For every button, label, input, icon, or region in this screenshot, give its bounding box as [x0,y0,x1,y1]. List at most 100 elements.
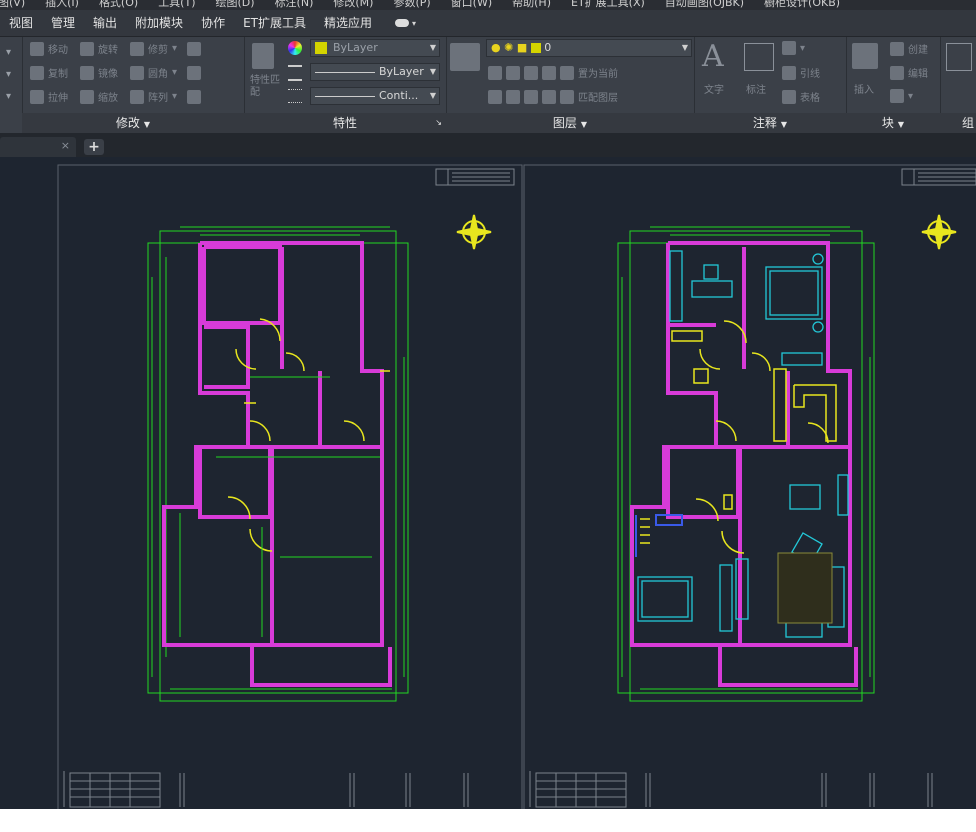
chevron-down-icon: ▼ [429,43,436,52]
panel-block-title[interactable]: 块 ▼ [846,113,940,133]
group-icon[interactable] [946,43,972,71]
table-label[interactable]: 表格 [800,89,820,104]
drawing-tab[interactable]: × [0,137,76,157]
table-icon[interactable] [782,89,796,104]
current-layer-name: 0 [544,41,552,54]
color-combo[interactable]: ByLayer ▼ [310,39,440,57]
panel-group-title[interactable]: 组 [940,113,976,133]
chevron-down-icon: ▾ [412,18,417,28]
menu-item[interactable]: 橱柜设计(OKB) [764,0,840,10]
menu-item[interactable]: 插入(I) [45,0,79,10]
layer-on-icon[interactable] [488,89,502,104]
offset-icon[interactable] [187,89,202,104]
insert-block-icon[interactable] [852,43,878,69]
move-icon[interactable] [30,41,44,56]
edit-block-icon[interactable] [890,65,904,80]
array-icon[interactable] [130,89,144,104]
layer-off-icon[interactable] [488,65,502,80]
compass-icon [456,214,492,250]
tab-addons[interactable]: 附加模块 [126,10,192,36]
make-current-icon[interactable] [560,65,574,80]
layer-properties-icon[interactable] [450,43,480,71]
layer-freeze-icon[interactable] [524,65,538,80]
walls-left [162,241,392,687]
match-properties-label[interactable]: 特性匹配 [250,75,280,99]
menu-item[interactable]: 工具(T) [158,0,195,10]
menu-item[interactable]: 图(V) [0,0,25,10]
stretch-icon[interactable] [30,89,44,104]
stretch-label[interactable]: 拉伸 [48,89,68,104]
dialog-launcher-icon[interactable]: ↘ [435,113,442,133]
panel-modify-title[interactable]: 修改 ▼ [22,113,244,133]
ribbon-toggle-button[interactable]: ▾ [395,19,416,28]
match-layer-icon[interactable] [560,89,574,104]
tab-output[interactable]: 输出 [84,10,126,36]
rotate-icon[interactable] [80,41,94,56]
lineweight-combo[interactable]: Conti... ▼ [310,87,440,105]
linear-dim-icon[interactable] [782,41,796,55]
drawing-canvas[interactable] [0,157,976,826]
trim-label[interactable]: 修剪 [148,41,168,56]
create-block-label[interactable]: 创建 [908,41,928,56]
menu-item[interactable]: 自动画图(OJBK) [665,0,744,10]
status-area [0,809,976,832]
copy-label[interactable]: 复制 [48,65,68,80]
layer-lock-icon[interactable] [542,65,556,80]
scale-label[interactable]: 缩放 [98,89,118,104]
chevron-down-icon: ▼ [429,91,436,100]
edit-block-label[interactable]: 编辑 [908,65,928,80]
leader-label[interactable]: 引线 [800,65,820,80]
tab-et-tools[interactable]: ET扩展工具 [234,10,315,36]
insert-block-label[interactable]: 插入 [854,81,874,96]
tab-view[interactable]: 视图 [0,10,42,36]
menu-item[interactable]: 修改(M) [333,0,373,10]
fillet-icon[interactable] [130,65,144,80]
menu-item[interactable]: 格式(O) [99,0,138,10]
trim-icon[interactable] [130,41,144,56]
color-wheel-icon[interactable] [288,41,302,55]
text-tool-icon[interactable]: A [702,39,724,74]
panel-annotation-title[interactable]: 注释 ▼ [694,113,846,133]
chevron-down-icon: ▼ [143,120,151,129]
copy-icon[interactable] [30,65,44,80]
menu-item[interactable]: 窗口(W) [451,0,492,10]
create-block-icon[interactable] [890,41,904,56]
layer-isolate-icon[interactable] [506,65,520,80]
mirror-label[interactable]: 镜像 [98,65,118,80]
move-label[interactable]: 移动 [48,41,68,56]
menu-item[interactable]: 参数(P) [393,0,430,10]
menu-item[interactable]: ET扩展工具(X) [571,0,645,10]
panel-layers-title[interactable]: 图层 ▼ [446,113,694,133]
array-label[interactable]: 阵列 [148,89,168,104]
panel-properties-title[interactable]: 特性 ↘ [244,113,446,133]
dimension-tool-icon[interactable] [744,43,774,71]
make-current-label[interactable]: 置为当前 [578,65,618,80]
lightbulb-icon: ● [491,41,501,54]
leader-icon[interactable] [782,65,796,80]
fillet-label[interactable]: 圆角 [148,65,168,80]
tab-collaborate[interactable]: 协作 [192,10,234,36]
new-tab-button[interactable]: + [84,139,104,155]
floor-plan-right [617,226,875,702]
menu-item[interactable]: 标注(N) [275,0,314,10]
match-layer-label[interactable]: 匹配图层 [578,89,618,104]
linetype-combo[interactable]: ByLayer ▼ [310,63,440,81]
dimension-tool-label[interactable]: 标注 [746,81,766,96]
scale-icon[interactable] [80,89,94,104]
text-tool-label[interactable]: 文字 [704,81,724,96]
mirror-icon[interactable] [80,65,94,80]
rotate-label[interactable]: 旋转 [98,41,118,56]
menu-item[interactable]: 帮助(H) [512,0,551,10]
layer-unisolate-icon[interactable] [506,89,520,104]
explode-icon[interactable] [187,65,202,80]
tab-featured-apps[interactable]: 精选应用 [315,10,381,36]
match-properties-icon[interactable] [252,43,274,69]
layer-combo[interactable]: ● ✺ ■ 0 ▼ [486,39,692,57]
menu-item[interactable]: 绘图(D) [216,0,255,10]
erase-icon[interactable] [187,41,202,56]
layer-thaw-icon[interactable] [524,89,538,104]
close-icon[interactable]: × [61,139,70,152]
tab-manage[interactable]: 管理 [42,10,84,36]
layer-unlock-icon[interactable] [542,89,556,104]
block-attribute-icon[interactable] [890,89,904,103]
